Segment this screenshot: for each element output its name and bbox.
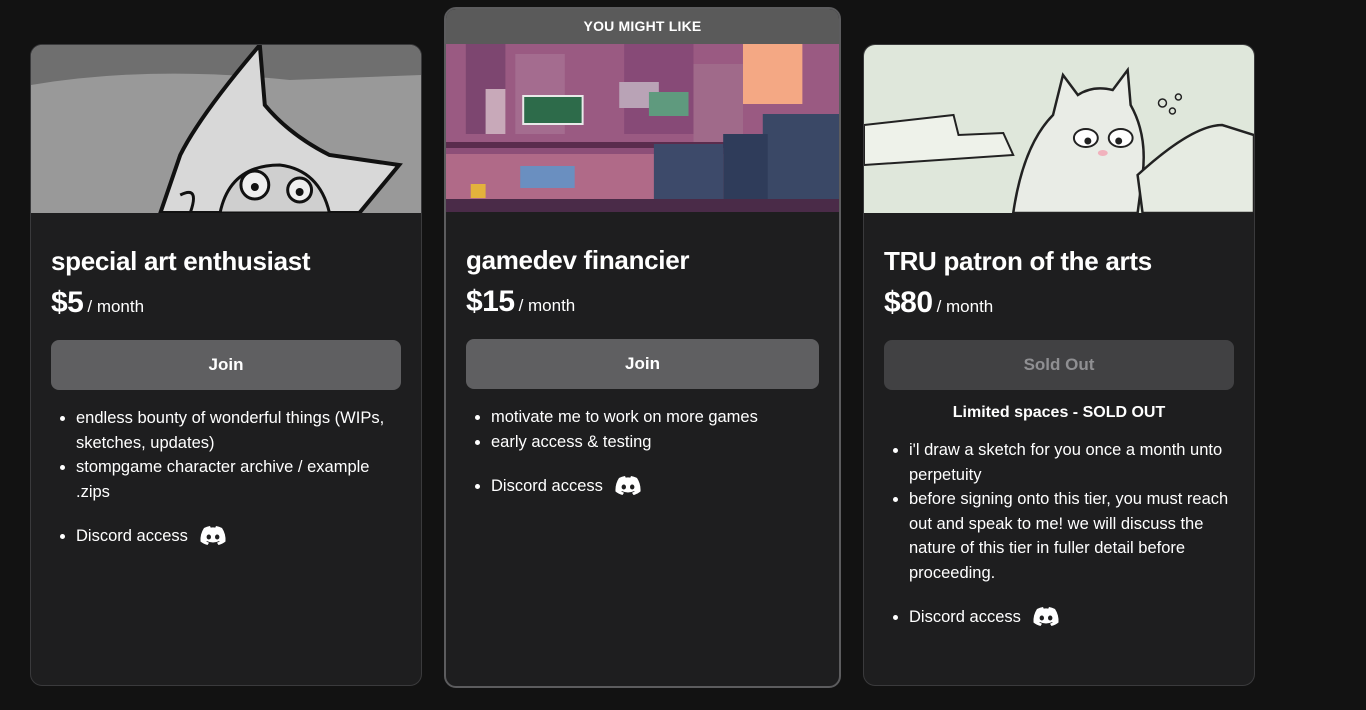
discord-access-label: Discord access [909, 608, 1021, 626]
perk-item: stompgame character archive / example .z… [76, 455, 401, 504]
perk-item: before signing onto this tier, you must … [909, 487, 1234, 585]
perk-item: motivate me to work on more games [491, 405, 819, 430]
sold-out-button: Sold Out [884, 340, 1234, 390]
tier-image-sketch-cat [31, 45, 421, 213]
featured-banner: YOU MIGHT LIKE [446, 9, 839, 44]
perk-list: i'l draw a sketch for you once a month u… [884, 438, 1234, 585]
discord-perk: Discord access [884, 605, 1234, 629]
perk-item: endless bounty of wonderful things (WIPs… [76, 406, 401, 455]
tier-card-tru-patron: TRU patron of the arts $80 / month Sold … [863, 44, 1255, 686]
join-button[interactable]: Join [466, 339, 819, 389]
tier-image-cat-drawing [864, 45, 1254, 213]
discord-access-label: Discord access [491, 477, 603, 495]
perk-list: endless bounty of wonderful things (WIPs… [51, 406, 401, 504]
discord-icon [200, 526, 227, 545]
discord-icon [1033, 607, 1060, 626]
tier-period: / month [87, 297, 145, 316]
tier-period: / month [936, 297, 994, 316]
discord-perk: Discord access [51, 524, 401, 548]
tier-price: $80 [884, 286, 933, 319]
tier-image-pixel-city [446, 44, 839, 212]
discord-access-label: Discord access [76, 527, 188, 545]
tier-price: $15 [466, 285, 515, 318]
tier-name: TRU patron of the arts [884, 246, 1152, 276]
join-button[interactable]: Join [51, 340, 401, 390]
tier-card-special-art-enthusiast: special art enthusiast $5 / month Join e… [30, 44, 422, 686]
discord-perk: Discord access [466, 474, 819, 498]
tier-card-gamedev-financier: YOU MIGHT LIKE gamedev financier $15 / m… [444, 7, 841, 688]
tier-name: gamedev financier [466, 245, 690, 275]
discord-icon [615, 476, 642, 495]
perk-item: i'l draw a sketch for you once a month u… [909, 438, 1234, 487]
perk-item: early access & testing [491, 430, 819, 455]
tier-name: special art enthusiast [51, 246, 311, 276]
limited-spaces-note: Limited spaces - SOLD OUT [952, 404, 1166, 421]
perk-list: motivate me to work on more games early … [466, 405, 819, 454]
tier-period: / month [518, 296, 576, 315]
tier-price: $5 [51, 286, 84, 319]
